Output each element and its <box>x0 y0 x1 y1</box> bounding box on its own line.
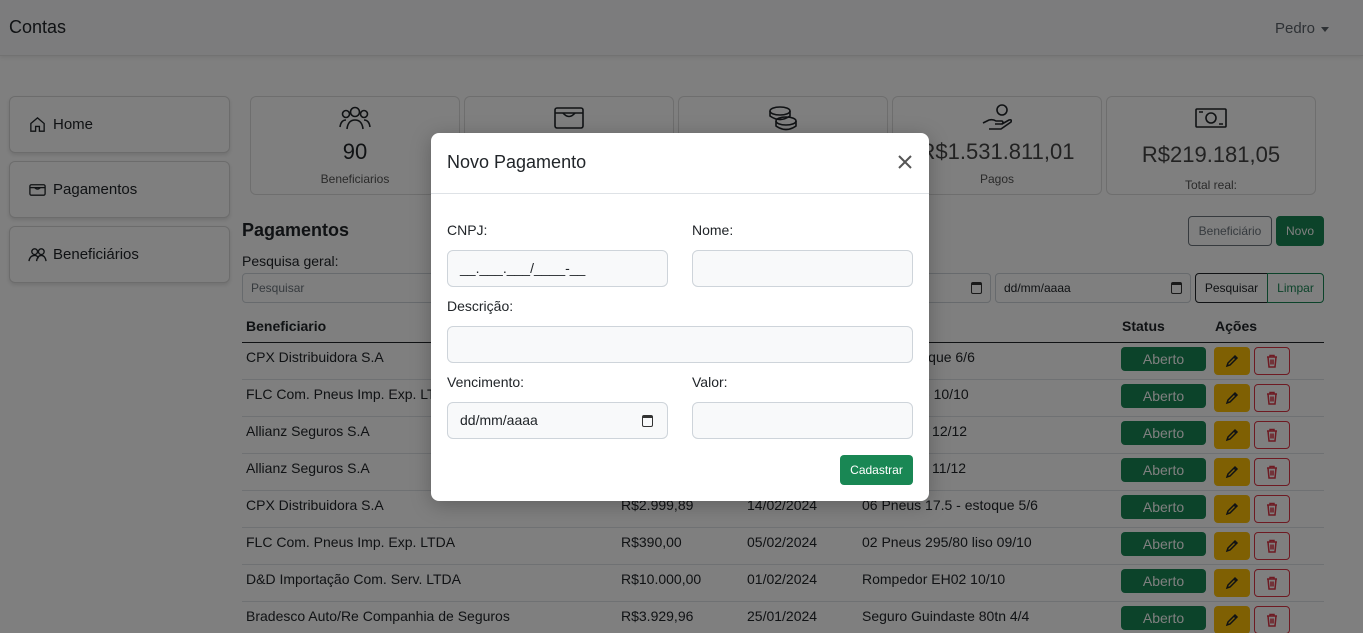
calendar-icon[interactable] <box>642 415 653 427</box>
cnpj-label: CNPJ: <box>447 222 488 238</box>
valor-label: Valor: <box>692 374 728 390</box>
close-button[interactable] <box>897 154 913 170</box>
descricao-label: Descrição: <box>447 298 514 314</box>
modal-header: Novo Pagamento <box>431 133 929 194</box>
cadastrar-button[interactable]: Cadastrar <box>840 455 913 485</box>
cnpj-field[interactable]: __.___.___/____-__ <box>447 250 668 287</box>
valor-field[interactable] <box>692 402 913 439</box>
nome-field[interactable] <box>692 250 913 287</box>
vencimento-label: Vencimento: <box>447 374 525 390</box>
vencimento-field[interactable]: dd/mm/aaaa <box>447 402 668 439</box>
descricao-field[interactable] <box>447 326 913 363</box>
novo-pagamento-modal: Novo Pagamento CNPJ: __.___.___/____-__ … <box>431 133 929 501</box>
nome-label: Nome: <box>692 222 734 238</box>
close-icon <box>898 155 912 169</box>
modal-title: Novo Pagamento <box>447 152 587 172</box>
vencimento-placeholder: dd/mm/aaaa <box>460 412 538 428</box>
